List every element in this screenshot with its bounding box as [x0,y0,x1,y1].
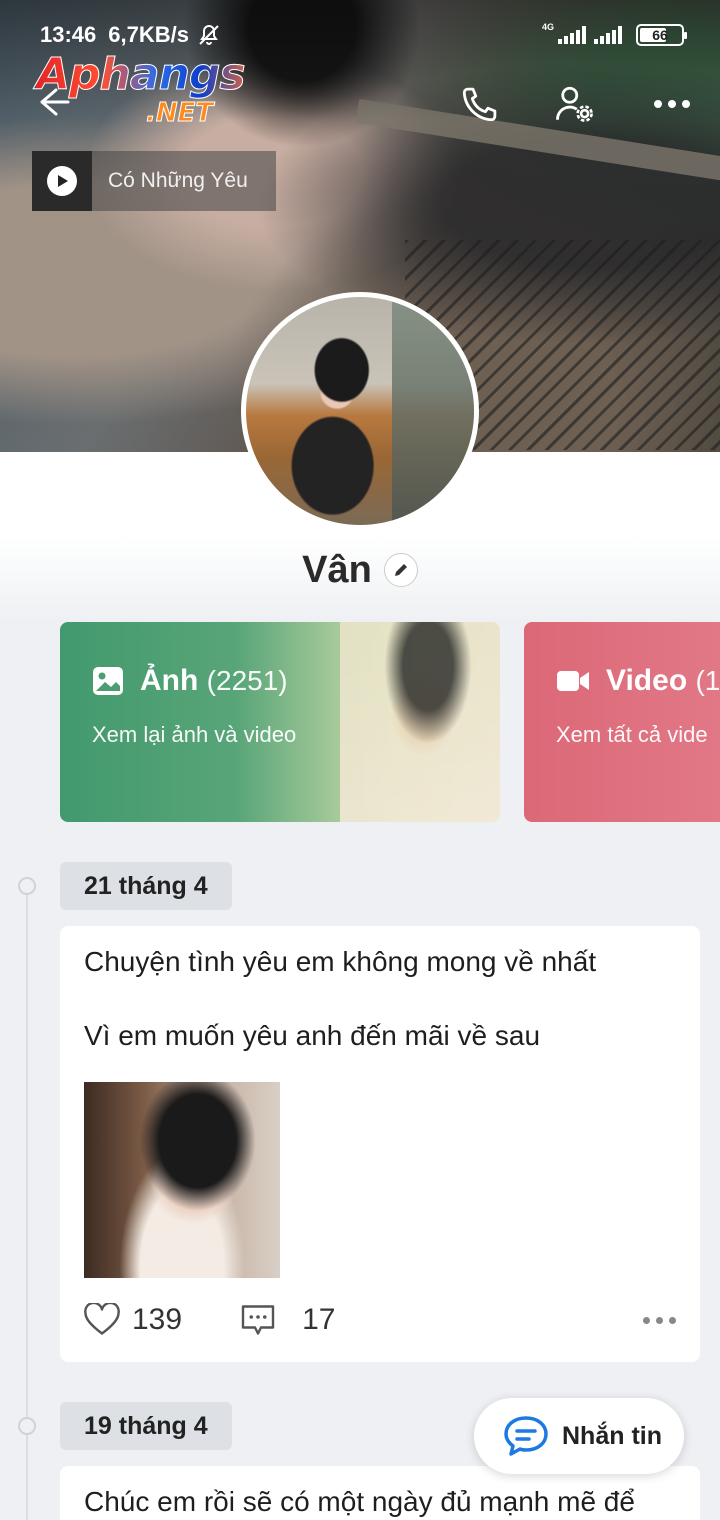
chat-bubble-icon [504,1416,548,1456]
music-title: Có Những Yêu [108,169,248,192]
image-icon [93,667,123,695]
like-count: 139 [132,1303,183,1336]
post-text-line: Chuyện tình yêu em không mong về nhất [84,946,597,977]
video-card-subtitle: Xem tất cả vide [556,722,708,747]
comment-button[interactable]: 17 [240,1303,335,1337]
post-card[interactable]: Chuyện tình yêu em không mong về nhất Vì… [60,926,700,1362]
signal-icon-2 [594,26,622,44]
photo-card-title: Ảnh [140,664,199,697]
mute-bell-icon [199,24,219,45]
profile-name-row: Vân [0,545,720,595]
video-card-title: Video [606,664,688,697]
play-icon[interactable] [47,166,77,196]
photo-card-count: (2251) [206,665,288,696]
battery-icon: 66 [636,24,687,46]
message-button-label: Nhắn tin [562,1421,662,1450]
video-album-card[interactable]: Video (14 Xem tất cả vide [524,622,720,822]
battery-level: 66 [652,27,668,43]
user-settings-icon[interactable] [553,82,597,126]
avatar[interactable] [241,292,479,530]
date-chip: 19 tháng 4 [60,1402,232,1450]
status-time: 13:46 [40,22,97,47]
network-speed: 6,7KB/s [108,22,189,47]
post-image[interactable] [84,1082,280,1278]
post-text-line: Chúc em rồi sẽ có một ngày đủ mạnh mẽ để [84,1486,635,1517]
like-button[interactable]: 139 [84,1303,182,1337]
post-more-icon[interactable] [643,1316,676,1324]
timeline-dot [18,877,36,895]
post-actions: 139 17 [84,1292,676,1348]
photo-album-card[interactable]: Ảnh (2251) Xem lại ảnh và video [60,622,500,822]
photo-card-subtitle: Xem lại ảnh và video [92,722,297,747]
music-thumbnail [32,151,92,211]
pencil-icon [394,564,407,576]
back-arrow-icon[interactable] [36,84,72,120]
comment-icon [241,1305,275,1335]
phone-icon[interactable] [458,82,502,126]
timeline-dot [18,1417,36,1435]
edit-name-button[interactable] [383,553,418,587]
video-card-count: (14 [695,665,720,696]
message-button[interactable]: Nhắn tin [474,1398,684,1474]
video-camera-icon [557,671,589,691]
network-type: 4G [541,22,554,32]
heart-icon [84,1303,120,1335]
more-icon[interactable] [650,82,694,126]
profile-music[interactable]: Có Những Yêu [32,151,276,211]
comment-count: 17 [302,1303,336,1336]
status-bar: 13:46 6,7KB/s 4G 66 [40,18,687,52]
date-chip: 21 tháng 4 [60,862,232,910]
signal-icon [558,26,586,44]
profile-name: Vân [302,548,372,591]
photo-album-thumbnail [340,622,500,822]
watermark-sub: .NET [145,98,214,129]
post-text-line: Vì em muốn yêu anh đến mãi về sau [84,1020,541,1051]
post-card[interactable]: Chúc em rồi sẽ có một ngày đủ mạnh mẽ để [60,1466,700,1520]
